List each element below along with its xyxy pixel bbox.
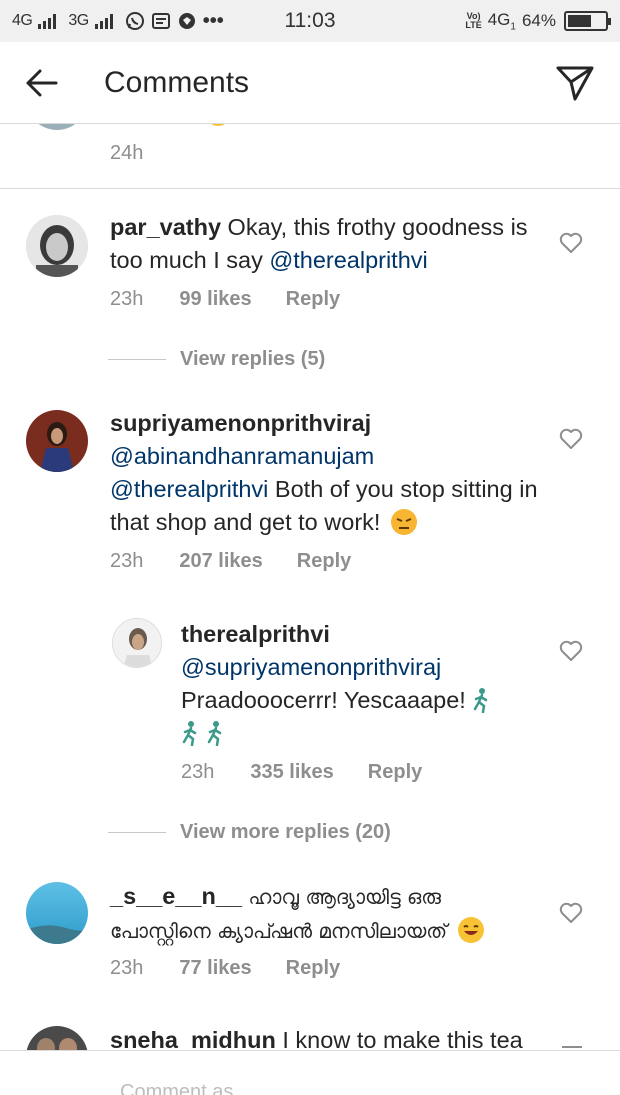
signal-icon-2 (94, 13, 113, 29)
network-3g-label: 3G (68, 12, 89, 29)
comment-username[interactable]: therealprithvi (181, 621, 330, 647)
comment-body: _s__e__n__ ഹാവൂ ആദ്യായിട്ട ഒരു പോസ്റ്റിന… (110, 880, 540, 948)
likes-count[interactable]: 77 likes (179, 957, 251, 980)
view-more-replies-button[interactable]: View more replies (20) (108, 821, 391, 844)
header-bar: Comments (0, 42, 620, 124)
message-icon (151, 11, 171, 31)
comments-feed[interactable]: 24h par_vathy Okay, this frothy goodness… (0, 124, 620, 1050)
avatar[interactable] (112, 618, 162, 668)
heart-icon (559, 640, 583, 661)
comment-body: supriyamenonprithviraj @abinandhanramanu… (110, 407, 550, 539)
status-right: Vo) LTE 4G1 64% (465, 9, 611, 33)
more-notifications-icon: ••• (202, 9, 224, 32)
comment-text: I know to make this tea (275, 1027, 523, 1050)
view-replies-label: View replies (5) (180, 348, 326, 370)
network-4g-label: 4G (12, 12, 33, 29)
comment-meta: 23h 335 likes Reply (181, 761, 422, 784)
battery-fill (568, 14, 592, 27)
view-more-replies-label: View more replies (20) (180, 821, 391, 843)
view-replies-button[interactable]: View replies (5) (108, 348, 325, 371)
mention-link[interactable]: @supriyamenonprithviraj (181, 654, 441, 680)
comment-username[interactable]: _s__e__n__ (110, 883, 242, 909)
avatar[interactable] (26, 882, 88, 944)
battery-percent: 64% (521, 10, 556, 30)
comment-username[interactable]: par_vathy (110, 214, 221, 240)
comment-meta: 23h 207 likes Reply (110, 550, 351, 573)
like-button[interactable] (558, 230, 584, 256)
page-title: Comments (104, 65, 250, 99)
volte-label: Vo) LTE (465, 10, 482, 30)
mention-link[interactable]: @abinandhanramanujam (110, 443, 374, 469)
avatar[interactable] (26, 1026, 88, 1050)
comment-time: 23h (110, 288, 144, 310)
paper-plane-icon (556, 66, 594, 100)
avatar[interactable] (26, 215, 88, 277)
comment-time: 23h (110, 957, 144, 979)
reply-button[interactable]: Reply (286, 288, 340, 311)
like-button[interactable] (558, 426, 584, 452)
comment-meta: 23h 99 likes Reply (110, 288, 340, 311)
arrow-left-icon (26, 69, 58, 96)
reply-button[interactable]: Reply (286, 957, 340, 980)
whatsapp-icon (125, 11, 145, 31)
likes-count[interactable]: 99 likes (179, 288, 251, 311)
back-button[interactable] (22, 63, 62, 103)
battery-icon (564, 10, 611, 31)
status-bar: 4G 3G ••• 11:03 Vo) LTE 4G1 64% (0, 0, 620, 42)
partial-comment-meta: 24h (110, 142, 143, 165)
network-4g-right: 4G1 (487, 9, 516, 33)
avatar-partial[interactable] (26, 124, 88, 130)
running-person-emoji-icon (206, 720, 224, 747)
comment-time: 24h (110, 142, 144, 164)
status-left: 4G 3G ••• (12, 10, 224, 33)
comment-body: par_vathy Okay, this frothy goodness is … (110, 211, 540, 277)
comment-username[interactable]: supriyamenonprithviraj (110, 410, 371, 436)
comment-input-placeholder[interactable]: Comment as ... (120, 1081, 256, 1095)
comment-body: therealprithvi @supriyamenonprithviraj P… (181, 618, 541, 750)
comment-text: Praadooocerrr! Yescaaape! (181, 687, 473, 713)
signal-icon (38, 13, 57, 29)
annoyed-face-emoji-icon (390, 509, 417, 535)
comment-username[interactable]: sneha_midhun (110, 1027, 276, 1050)
grinning-face-emoji-icon (457, 917, 484, 943)
likes-count[interactable]: 335 likes (250, 761, 333, 784)
emoji-partial (205, 124, 231, 126)
mention-link[interactable]: @therealprithvi (269, 247, 427, 273)
running-person-emoji-icon (181, 720, 199, 747)
likes-count[interactable]: 207 likes (179, 550, 262, 573)
share-button[interactable] (552, 60, 598, 106)
avatar[interactable] (26, 410, 88, 472)
comment-time: 23h (181, 761, 215, 783)
comment-composer[interactable]: Comment as ... (0, 1050, 620, 1095)
reply-button[interactable]: Reply (297, 550, 351, 573)
like-button[interactable] (558, 638, 584, 664)
vpn-shield-icon (177, 11, 197, 31)
mention-link[interactable]: @therealprithvi (110, 476, 268, 502)
running-person-emoji-icon (472, 687, 490, 714)
heart-icon (559, 428, 583, 449)
comment-time: 23h (110, 550, 144, 572)
like-button[interactable] (558, 900, 584, 926)
replies-line (108, 359, 166, 360)
divider (0, 188, 620, 189)
heart-icon (559, 232, 583, 253)
comment-body: sneha_midhun I know to make this tea (110, 1024, 550, 1050)
replies-line (108, 832, 166, 833)
heart-icon (559, 902, 583, 923)
reply-button[interactable]: Reply (368, 761, 422, 784)
comment-meta: 23h 77 likes Reply (110, 957, 340, 980)
